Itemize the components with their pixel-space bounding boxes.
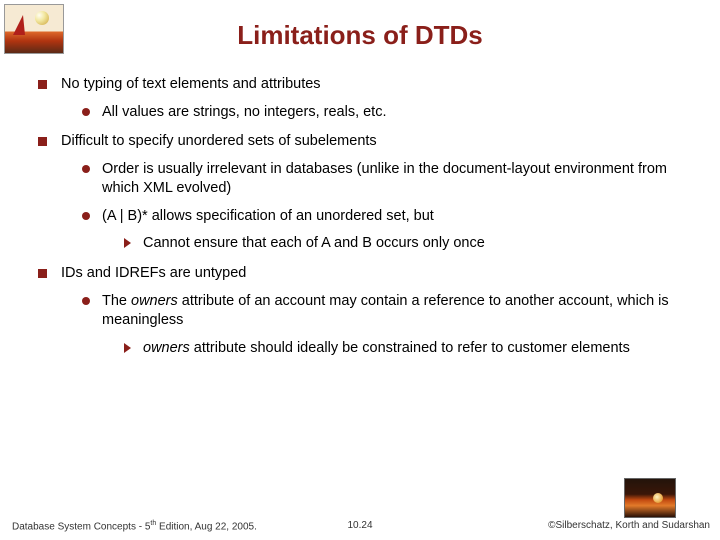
logo-top-left <box>4 4 64 54</box>
bullet-text: Difficult to specify unordered sets of s… <box>61 132 690 152</box>
bullet-text: IDs and IDREFs are untyped <box>61 264 690 284</box>
slide-title: Limitations of DTDs <box>0 0 720 75</box>
disc-bullet-icon <box>82 297 90 305</box>
slide-body: No typing of text elements and attribute… <box>0 75 720 358</box>
disc-bullet-icon <box>82 165 90 173</box>
arrow-bullet-icon <box>124 238 131 248</box>
square-bullet-icon <box>38 80 47 89</box>
bullet-text: No typing of text elements and attribute… <box>61 75 690 95</box>
disc-bullet-icon <box>82 108 90 116</box>
bullet-text: All values are strings, no integers, rea… <box>102 103 690 123</box>
bullet-text: owners attribute should ideally be const… <box>143 339 690 359</box>
logo-bottom-right <box>624 478 676 518</box>
text-fragment: attribute should ideally be constrained … <box>190 340 630 356</box>
square-bullet-icon <box>38 269 47 278</box>
text-emphasis: owners <box>143 340 190 356</box>
bullet-text: Cannot ensure that each of A and B occur… <box>143 234 690 254</box>
text-fragment: The <box>102 293 131 309</box>
footer-center: 10.24 <box>0 520 720 531</box>
text-emphasis: owners <box>131 293 178 309</box>
text-fragment: attribute of an account may contain a re… <box>102 293 669 329</box>
arrow-bullet-icon <box>124 343 131 353</box>
slide-footer: Database System Concepts - 5th Edition, … <box>0 520 720 534</box>
square-bullet-icon <box>38 137 47 146</box>
bullet-text: The owners attribute of an account may c… <box>102 292 690 331</box>
disc-bullet-icon <box>82 212 90 220</box>
bullet-text: (A | B)* allows specification of an unor… <box>102 207 690 227</box>
bullet-text: Order is usually irrelevant in databases… <box>102 160 690 199</box>
